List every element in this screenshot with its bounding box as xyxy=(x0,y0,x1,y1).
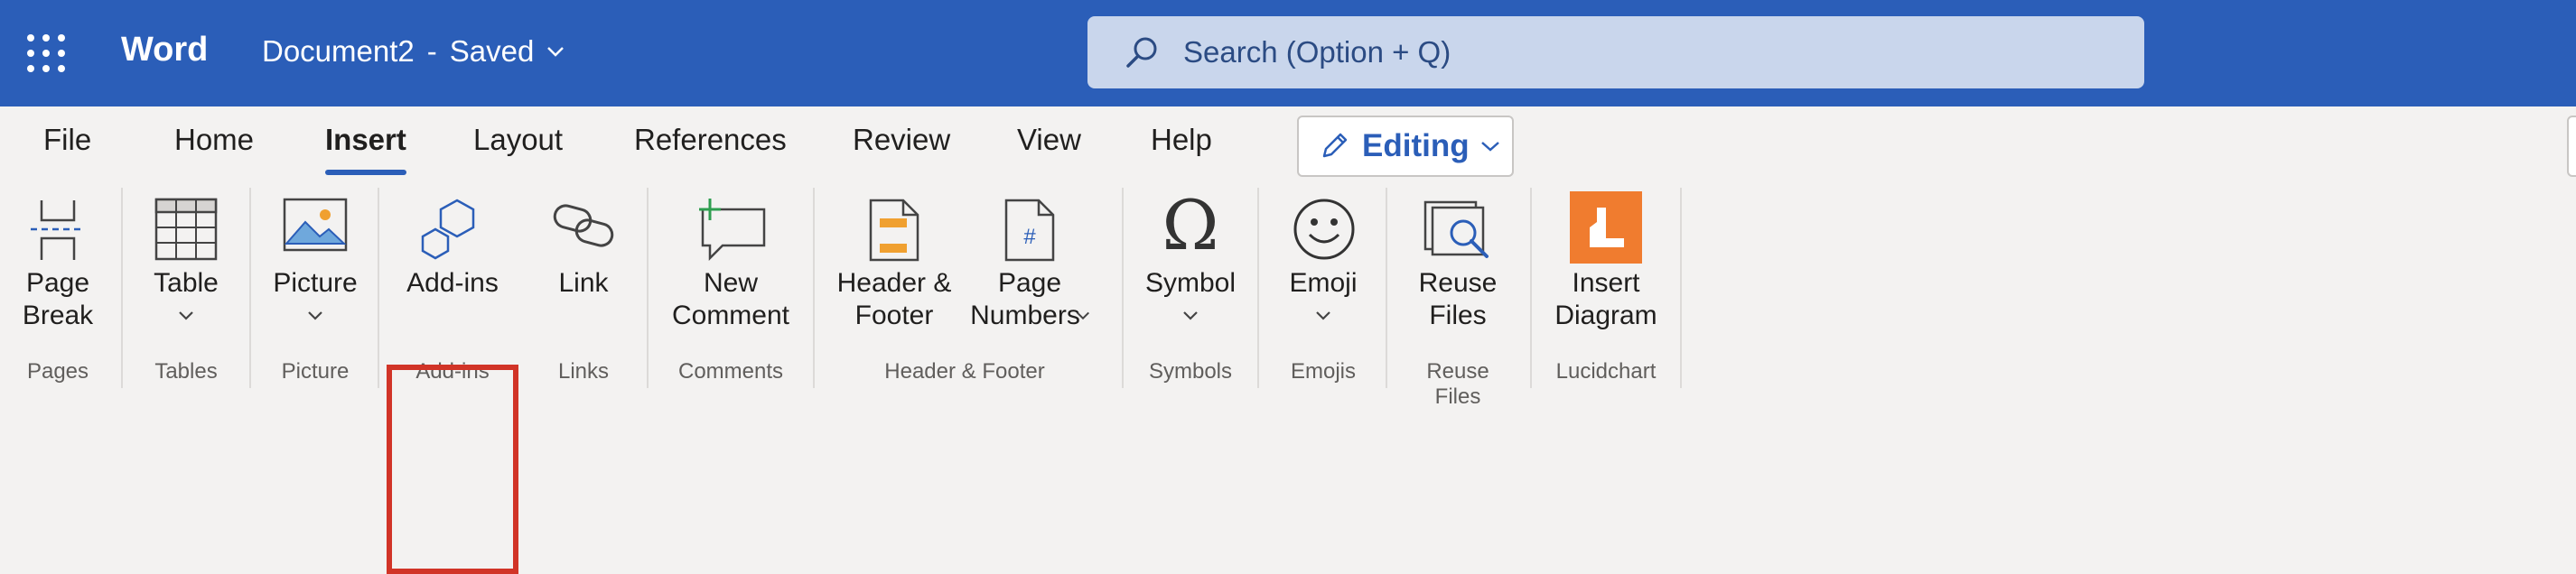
pencil-icon xyxy=(1322,133,1348,158)
insert-diagram-label-line1: Insert xyxy=(1572,268,1640,298)
table-icon xyxy=(154,198,218,261)
tab-home[interactable]: Home xyxy=(174,123,254,157)
header-footer-icon xyxy=(869,199,919,262)
document-name: Document2 xyxy=(262,34,415,68)
group-label-tables: Tables xyxy=(154,359,218,384)
group-label-emojis: Emojis xyxy=(1290,359,1356,384)
group-divider xyxy=(813,188,815,388)
group-label-picture: Picture xyxy=(281,359,350,384)
group-label-pages: Pages xyxy=(26,359,89,384)
group-divider xyxy=(1122,188,1124,388)
symbol-button[interactable]: Ω Symbol xyxy=(1138,181,1243,352)
link-label: Link xyxy=(558,268,609,298)
group-divider xyxy=(1257,188,1259,388)
group-label-symbols: Symbols xyxy=(1148,359,1233,384)
group-label-header-footer: Header & Footer xyxy=(884,359,1045,384)
new-comment-button[interactable]: New Comment xyxy=(663,181,798,352)
reuse-files-button[interactable]: Reuse Files xyxy=(1402,181,1514,352)
group-divider xyxy=(1680,188,1682,388)
picture-label: Picture xyxy=(273,268,358,298)
omega-icon: Ω xyxy=(1162,185,1219,265)
symbol-label: Symbol xyxy=(1144,268,1237,298)
tab-file[interactable]: File xyxy=(43,123,91,157)
tab-review[interactable]: Review xyxy=(853,123,950,157)
search-icon xyxy=(1126,37,1157,68)
editing-mode-button[interactable]: Editing xyxy=(1297,116,1514,177)
picture-button[interactable]: Picture xyxy=(266,181,365,352)
header-footer-label-line1: Header & xyxy=(836,268,952,298)
page-break-icon xyxy=(31,200,85,260)
table-button[interactable]: Table xyxy=(141,181,231,352)
tab-help[interactable]: Help xyxy=(1151,123,1212,157)
active-tab-indicator xyxy=(325,170,406,175)
page-break-label-line2: Break xyxy=(22,301,94,330)
emoji-label: Emoji xyxy=(1289,268,1358,298)
search-placeholder: Search (Option + Q) xyxy=(1183,35,1451,69)
chevron-down-icon xyxy=(179,311,193,320)
link-button[interactable]: Link xyxy=(538,181,629,352)
title-separator: - xyxy=(426,34,437,68)
group-label-links: Links xyxy=(557,359,610,384)
group-label-reuse-files: Reuse Files xyxy=(1426,359,1489,409)
table-label: Table xyxy=(154,268,219,298)
ribbon-tabs: File Home Insert Layout References Revie… xyxy=(0,106,2576,179)
lucidchart-logo-icon xyxy=(1570,191,1642,264)
app-name[interactable]: Word xyxy=(121,31,208,69)
link-icon xyxy=(553,204,614,247)
insert-ribbon: Page Break Pages Table Tables Picture Pi… xyxy=(0,181,2576,574)
tab-view[interactable]: View xyxy=(1017,123,1081,157)
chevron-down-icon xyxy=(1076,311,1090,320)
group-divider xyxy=(1530,188,1532,388)
add-ins-button[interactable]: Add-ins xyxy=(394,181,511,352)
chevron-down-icon xyxy=(547,47,565,57)
emoji-button[interactable]: Emoji xyxy=(1274,181,1373,352)
page-numbers-label-line1: Page xyxy=(997,268,1062,298)
picture-icon xyxy=(283,198,348,252)
group-label-lucidchart: Lucidchart xyxy=(1555,359,1657,384)
new-comment-label-line2: Comment xyxy=(671,301,790,330)
tab-references[interactable]: References xyxy=(634,123,787,157)
chevron-down-icon xyxy=(1316,311,1330,320)
save-status: Saved xyxy=(449,34,535,68)
group-divider xyxy=(1386,188,1387,388)
smiley-icon xyxy=(1293,199,1355,260)
group-divider xyxy=(249,188,251,388)
page-numbers-icon: # xyxy=(1004,199,1055,262)
reuse-files-label-line2: Files xyxy=(1429,301,1487,330)
new-comment-label-line1: New xyxy=(703,268,758,298)
new-comment-icon xyxy=(699,199,766,262)
app-launcher-waffle-icon[interactable] xyxy=(27,34,65,72)
chevron-down-icon xyxy=(1480,142,1499,152)
chevron-down-icon xyxy=(308,311,322,320)
search-box[interactable]: Search (Option + Q) xyxy=(1087,16,2144,88)
tab-insert[interactable]: Insert xyxy=(325,123,406,157)
group-divider xyxy=(378,188,379,388)
add-ins-label: Add-ins xyxy=(406,268,499,298)
add-ins-hexagon-icon xyxy=(421,199,475,260)
tab-layout[interactable]: Layout xyxy=(473,123,563,157)
title-bar: Word Document2 - Saved Search (Option + … xyxy=(0,0,2576,106)
document-title-menu[interactable]: Document2 - Saved xyxy=(262,34,565,69)
chevron-down-icon xyxy=(1183,311,1198,320)
header-footer-button[interactable]: Header & Footer xyxy=(829,181,959,352)
page-numbers-button[interactable]: # Page Numbers xyxy=(959,181,1100,352)
overflow-edge xyxy=(2567,116,2576,177)
group-divider xyxy=(647,188,649,388)
editing-label: Editing xyxy=(1362,128,1470,163)
page-break-label-line1: Page xyxy=(25,268,90,298)
reuse-files-icon xyxy=(1423,200,1489,258)
page-break-button[interactable]: Page Break xyxy=(13,181,103,352)
header-footer-label-line2: Footer xyxy=(854,301,934,330)
reuse-files-label-line1: Reuse xyxy=(1418,268,1498,298)
svg-text:#: # xyxy=(1023,225,1036,249)
insert-diagram-label-line2: Diagram xyxy=(1554,301,1657,330)
add-ins-highlight-box xyxy=(387,365,518,574)
insert-diagram-button[interactable]: Insert Diagram xyxy=(1546,181,1666,352)
group-divider xyxy=(121,188,123,388)
group-label-comments: Comments xyxy=(677,359,784,384)
